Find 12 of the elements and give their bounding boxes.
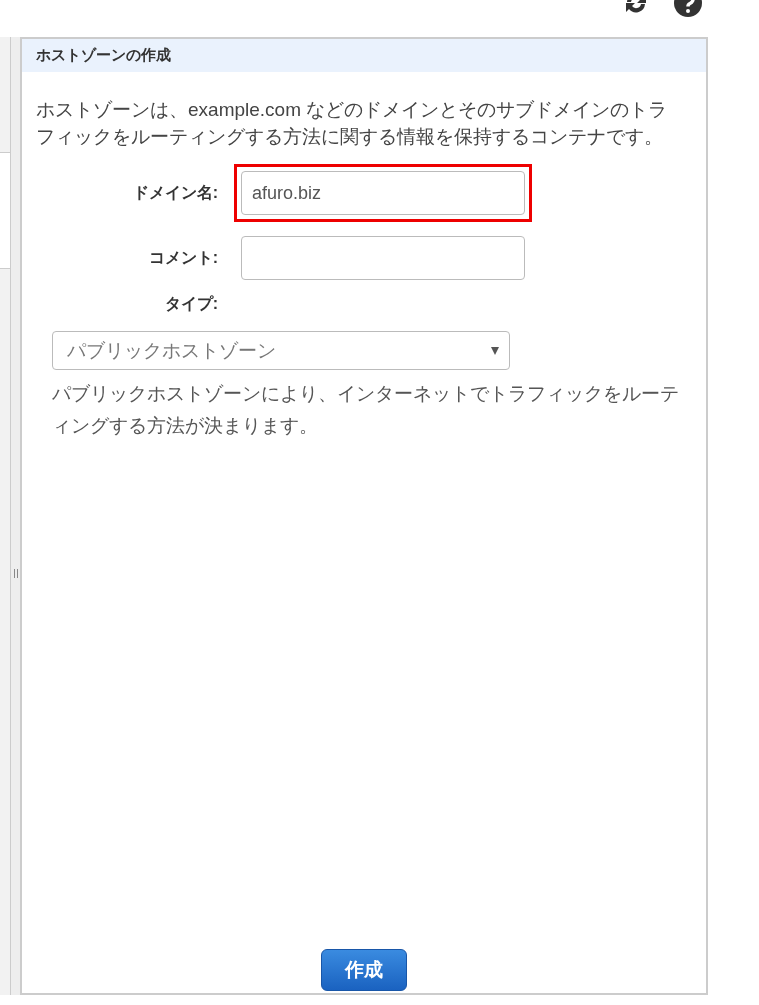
field-label: タイプ: [163,294,218,314]
create-button[interactable]: 作成 [321,949,407,991]
description-text: ホストゾーンは、example.com などのドメインとそのサブドメインのトラフィックをルーティングする方法に関する情報を保持するコンテナです。 [36,98,669,149]
grip-icon[interactable] [13,569,18,578]
field-label: コメント: [147,247,218,268]
help-text: パブリックホストゾーンにより、インターネットでトラフィックをルーティングする方法が決まります。 [52,382,680,438]
field-label: ドメイン名: [131,182,218,203]
caret-icon [491,346,499,355]
input-field[interactable] [241,236,525,280]
panel-title: ホストゾーンの作成 [36,46,171,65]
input-field[interactable]: afuro.biz [241,171,525,215]
type-dropdown[interactable]: パブリックホストゾーン [52,331,510,370]
